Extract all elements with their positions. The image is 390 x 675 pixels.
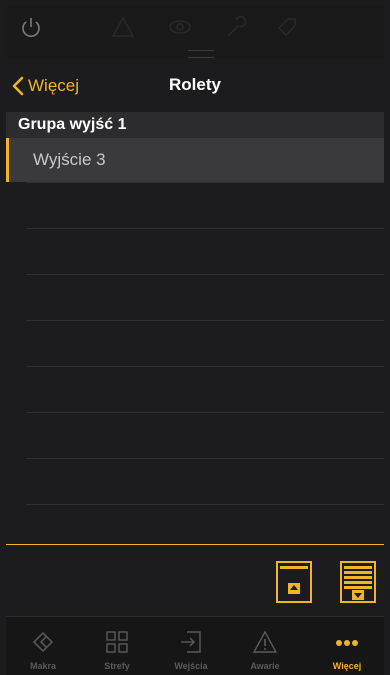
blind-down-button[interactable] bbox=[340, 561, 376, 603]
tab-label: Awarie bbox=[250, 661, 280, 671]
row-separator bbox=[26, 504, 384, 505]
tab-label: Strefy bbox=[104, 661, 130, 671]
selection-indicator bbox=[6, 138, 9, 182]
drag-handle[interactable] bbox=[188, 50, 214, 58]
entry-icon bbox=[181, 631, 201, 653]
wrench-icon bbox=[227, 16, 246, 37]
status-bar bbox=[6, 6, 384, 58]
grid-icon bbox=[106, 631, 128, 653]
power-icon[interactable] bbox=[20, 16, 42, 40]
tab-makra[interactable]: Makra bbox=[8, 617, 78, 675]
tab-strefy[interactable]: Strefy bbox=[82, 617, 152, 675]
section-title: Grupa wyjść 1 bbox=[18, 116, 127, 133]
tab-awarie[interactable]: Awarie bbox=[230, 617, 300, 675]
alert-icon bbox=[112, 16, 134, 37]
empty-list-area bbox=[6, 182, 384, 544]
tab-bar: Makra Strefy Wejścia Awarie Więcej bbox=[6, 616, 384, 675]
row-separator bbox=[26, 274, 384, 275]
section-header: Grupa wyjść 1 bbox=[6, 112, 384, 138]
row-separator bbox=[26, 228, 384, 229]
row-separator bbox=[26, 366, 384, 367]
tab-wejscia[interactable]: Wejścia bbox=[156, 617, 226, 675]
tab-wiecej[interactable]: Więcej bbox=[312, 617, 382, 675]
row-separator bbox=[26, 412, 384, 413]
eye-icon bbox=[169, 20, 191, 34]
app-frame: Więcej Rolety Grupa wyjść 1 Wyjście 3 Ma… bbox=[6, 6, 384, 675]
blind-up-button[interactable] bbox=[276, 561, 312, 603]
row-separator bbox=[26, 182, 384, 183]
row-separator bbox=[26, 458, 384, 459]
tab-label: Więcej bbox=[332, 661, 362, 671]
warning-icon bbox=[252, 630, 278, 653]
navigation-bar: Więcej Rolety bbox=[6, 58, 384, 112]
action-toolbar bbox=[6, 544, 384, 617]
makra-icon bbox=[32, 631, 54, 653]
more-icon bbox=[336, 640, 358, 646]
tag-icon bbox=[277, 18, 296, 37]
tab-label: Wejścia bbox=[174, 661, 208, 671]
list-item-label: Wyjście 3 bbox=[33, 150, 106, 169]
row-separator bbox=[26, 320, 384, 321]
page-title: Rolety bbox=[169, 75, 221, 94]
list-item[interactable]: Wyjście 3 bbox=[6, 138, 384, 182]
tab-label: Makra bbox=[29, 661, 56, 671]
